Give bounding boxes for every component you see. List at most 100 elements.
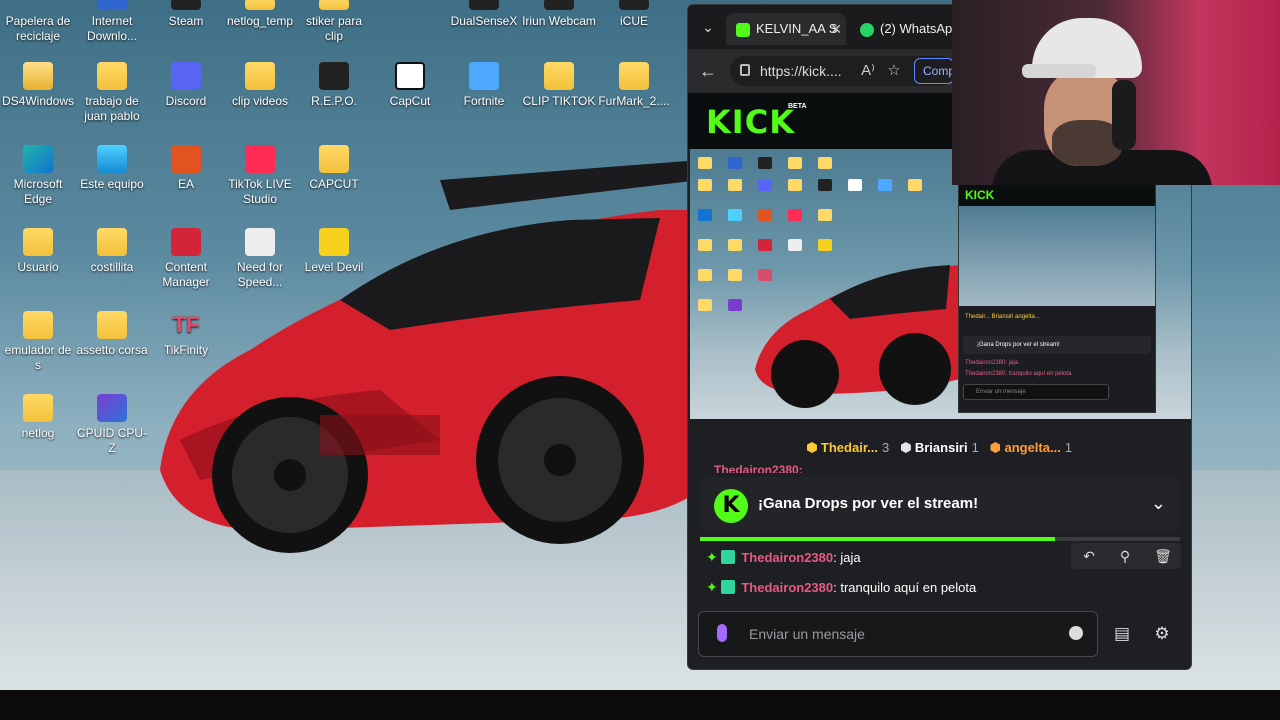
tiktok-live-icon <box>245 145 275 173</box>
pin-icon[interactable]: ⚲ <box>1115 546 1135 566</box>
desktop-icon-label: Content Manager <box>162 260 210 289</box>
back-arrow-icon[interactable]: ← <box>696 59 720 83</box>
desktop-icon-label: trabajo de juan pablo <box>84 94 140 123</box>
desktop-icon-label: clip videos <box>231 94 289 108</box>
desktop-icon-costillita[interactable]: costillita <box>74 228 150 275</box>
chat-input[interactable]: Enviar un mensaje <box>698 611 1098 657</box>
close-icon[interactable]: ✕ <box>830 13 842 45</box>
desktop-icon-need-for-speed[interactable]: Need for Speed... <box>222 228 298 290</box>
chat-input-placeholder: Enviar un mensaje <box>749 626 865 642</box>
desktop-icon-label: Iriun Webcam <box>522 14 596 28</box>
bronze-badge-icon <box>990 442 1001 453</box>
tab-whatsapp[interactable]: (2) WhatsAp <box>850 13 960 45</box>
webcam-overlay <box>952 0 1280 185</box>
leaderboard-name: Briansiri <box>914 440 968 455</box>
desktop-icon-idm[interactable]: Internet Downlo... <box>74 0 150 44</box>
desktop-icon-label: CLIP TIKTOK <box>522 94 596 108</box>
need-for-speed-icon <box>245 228 275 256</box>
desktop-icon-label: Papelera de reciclaje <box>5 14 71 43</box>
desktop-icon-label: Microsoft Edge <box>13 177 63 206</box>
desktop-icon-fortnite[interactable]: Fortnite <box>446 62 522 109</box>
microphone-icon[interactable] <box>717 624 727 642</box>
desktop-icon-stiker-para-clip[interactable]: stiker para clip <box>296 0 372 44</box>
store-icon[interactable]: ▤ <box>1111 623 1133 645</box>
desktop-icon-label: CAPCUT <box>309 177 359 191</box>
desktop-icon-ea[interactable]: EA <box>148 145 224 192</box>
nested-chat-message: Thedairon2380: tranquilo aquí en pelota <box>965 371 1072 377</box>
desktop-icon-furmark[interactable]: FurMark_2.... <box>596 62 672 109</box>
leaderboard-entry[interactable]: Briansiri 1 <box>900 433 979 463</box>
folder-icon <box>319 145 349 173</box>
desktop-icon-repo[interactable]: R.E.P.O. <box>296 62 372 109</box>
microphone-icon <box>1112 80 1136 150</box>
desktop-icon-capcut-folder[interactable]: CAPCUT <box>296 145 372 192</box>
desktop-icon-emulador[interactable]: emulador de s <box>0 311 76 373</box>
chevron-down-icon[interactable]: ⌄ <box>1151 493 1166 514</box>
desktop-icon-content-manager[interactable]: Content Manager <box>148 228 224 290</box>
desktop-icon-edge[interactable]: Microsoft Edge <box>0 145 76 207</box>
desktop-icon-label: iCUE <box>619 14 648 28</box>
desktop-icon-steam[interactable]: Steam <box>148 0 224 29</box>
folder-icon <box>319 0 349 10</box>
desktop-icon-label: TikTok LIVE Studio <box>228 177 292 206</box>
desktop-icon-trabajo-juan-pablo[interactable]: trabajo de juan pablo <box>74 62 150 124</box>
webcam-person-cap-brim <box>1022 64 1096 78</box>
kick-logo[interactable]: KICK <box>706 103 795 141</box>
nested-stream-preview <box>959 206 1155 306</box>
chat-username[interactable]: Thedairon2380 <box>741 550 833 565</box>
leaderboard-entry[interactable]: Thedair... 3 <box>806 433 889 463</box>
desktop-icon-discord[interactable]: Discord <box>148 62 224 109</box>
gear-icon[interactable]: ⚙ <box>1151 623 1173 645</box>
desktop-icon-clip-videos[interactable]: clip videos <box>222 62 298 109</box>
idm-icon <box>97 0 127 10</box>
tab-title: (2) WhatsAp <box>880 21 953 36</box>
share-button[interactable]: Comp <box>914 58 954 84</box>
desktop-icon-icue[interactable]: iCUE <box>596 0 672 29</box>
desktop-icon-label: stiker para clip <box>305 14 363 43</box>
tab-title: KELVIN_AA S <box>756 21 838 36</box>
desktop-icon-tiktok-live-studio[interactable]: TikTok LIVE Studio <box>222 145 298 207</box>
desktop-icon-ds4windows[interactable]: DS4Windows <box>0 62 76 109</box>
folder-icon <box>23 62 53 90</box>
chat-message[interactable]: ✦ Thedairon2380: jaja <box>706 543 861 571</box>
desktop-icon-netlog[interactable]: netlog <box>0 394 76 441</box>
desktop-icon-label: emulador de s <box>4 343 72 372</box>
folder-icon <box>245 0 275 10</box>
stream-video-player[interactable]: KICK Thedair... Briansiri angelta... ¡Ga… <box>690 149 1191 419</box>
sparkle-badge-icon: ✦ <box>706 549 718 565</box>
reply-icon[interactable]: ↶ <box>1079 546 1099 566</box>
desktop-icon-level-devil[interactable]: Level Devil <box>296 228 372 275</box>
chat-username[interactable]: Thedairon2380 <box>741 580 833 595</box>
desktop-icon-label: TikFinity <box>163 343 209 357</box>
desktop-icon-label: netlog_temp <box>226 14 294 28</box>
desktop-icon-clip-tiktok[interactable]: CLIP TIKTOK <box>521 62 597 109</box>
desktop-icon-tikfinity[interactable]: TF TikFinity <box>148 311 224 358</box>
favorite-star-icon[interactable]: ☆ <box>884 61 904 81</box>
capcut-icon <box>395 62 425 90</box>
chevron-down-icon[interactable]: ⌄ <box>696 15 720 39</box>
desktop-icon-netlog-temp[interactable]: netlog_temp <box>222 0 298 29</box>
leaderboard-count: 1 <box>971 440 979 455</box>
desktop-icon-iriun-webcam[interactable]: Iriun Webcam <box>521 0 597 29</box>
read-aloud-icon[interactable]: A⁾ <box>858 61 878 81</box>
desktop-icon-este-equipo[interactable]: Este equipo <box>74 145 150 192</box>
folder-icon <box>97 62 127 90</box>
recycle-bin-icon <box>23 0 53 10</box>
emoji-icon[interactable] <box>1069 626 1083 640</box>
sparkle-badge-icon: ✦ <box>706 579 718 595</box>
drops-banner[interactable]: K ¡Gana Drops por ver el stream! ⌄ <box>700 477 1180 533</box>
leaderboard-entry[interactable]: angelta... 1 <box>990 433 1072 463</box>
tab-kick[interactable]: KELVIN_AA S ✕ <box>726 13 846 45</box>
desktop-icon-label: Internet Downlo... <box>86 14 138 43</box>
folder-icon <box>97 311 127 339</box>
desktop-icon-label: R.E.P.O. <box>311 94 357 108</box>
desktop-icon-recycle-bin[interactable]: Papelera de reciclaje <box>0 0 76 44</box>
desktop-icon-dualsensex[interactable]: DualSenseX <box>446 0 522 29</box>
desktop-icon-capcut[interactable]: CapCut <box>372 62 448 109</box>
chat-message[interactable]: ✦ Thedairon2380: tranquilo aquí en pelot… <box>706 573 976 601</box>
desktop-icon-usuario[interactable]: Usuario <box>0 228 76 275</box>
desktop-icon-cpu-z[interactable]: CPUID CPU-Z <box>74 394 150 456</box>
desktop-icon-assetto-corsa[interactable]: assetto corsa <box>74 311 150 358</box>
delete-icon[interactable]: 🗑 <box>1153 546 1173 566</box>
leaderboard-name: Thedair... <box>820 440 878 455</box>
